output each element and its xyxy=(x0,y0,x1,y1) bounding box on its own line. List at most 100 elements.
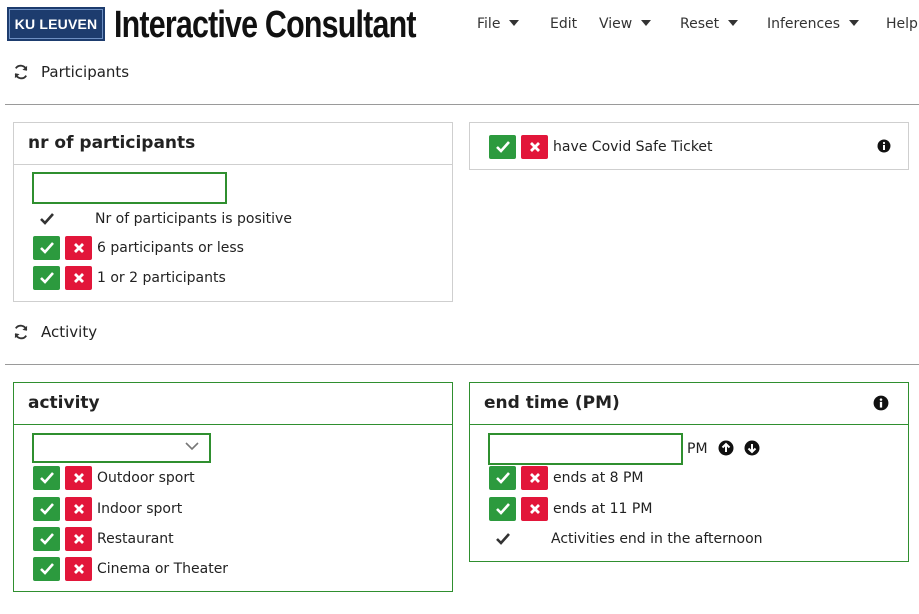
menu-inferences-label: Inferences xyxy=(767,16,841,32)
menu-file[interactable]: File xyxy=(477,16,520,32)
refresh-icon[interactable] xyxy=(12,63,30,81)
menu-view-label: View xyxy=(599,16,633,32)
choice-label: 1 or 2 participants xyxy=(97,270,226,286)
fact-label: Activities end in the afternoon xyxy=(551,531,763,547)
accept-button[interactable] xyxy=(33,466,60,490)
arrow-down-circle-icon[interactable] xyxy=(744,440,760,456)
menu-reset[interactable]: Reset xyxy=(680,16,739,32)
arrow-up-circle-icon[interactable] xyxy=(718,440,734,456)
choice-label: 6 participants or less xyxy=(97,240,244,256)
choice-label: have Covid Safe Ticket xyxy=(553,139,713,155)
accept-button[interactable] xyxy=(489,466,516,490)
check-icon xyxy=(495,503,510,515)
close-icon xyxy=(529,504,540,514)
chevron-down-icon xyxy=(185,442,199,451)
accept-button[interactable] xyxy=(489,135,516,159)
check-icon xyxy=(39,242,54,254)
card-title: activity xyxy=(28,393,100,413)
choice-label: ends at 11 PM xyxy=(553,501,653,517)
caret-down-icon xyxy=(509,20,520,26)
section-participants-title: Participants xyxy=(41,63,130,81)
close-icon xyxy=(529,142,540,152)
check-icon xyxy=(489,527,516,551)
card-header: nr of participants xyxy=(14,123,452,165)
close-icon xyxy=(73,273,84,283)
reject-button[interactable] xyxy=(65,266,92,290)
check-icon xyxy=(495,141,510,153)
caret-down-icon xyxy=(728,20,739,26)
fact-row: Nr of participants is positive xyxy=(33,207,292,231)
reject-button[interactable] xyxy=(65,527,92,551)
reject-button[interactable] xyxy=(521,497,548,521)
menu-file-label: File xyxy=(477,16,501,32)
choice-label: ends at 8 PM xyxy=(553,470,644,486)
accept-button[interactable] xyxy=(33,266,60,290)
accept-button[interactable] xyxy=(33,557,60,581)
check-icon xyxy=(39,563,54,575)
menu-inferences[interactable]: Inferences xyxy=(767,16,860,32)
accept-button[interactable] xyxy=(33,497,60,521)
menu-edit[interactable]: Edit xyxy=(550,16,577,32)
check-icon xyxy=(495,472,510,484)
nr-participants-input[interactable] xyxy=(32,172,227,204)
fact-row: Activities end in the afternoon xyxy=(489,527,763,551)
caret-down-icon xyxy=(641,20,652,26)
menu-edit-label: Edit xyxy=(550,16,578,32)
activity-select[interactable] xyxy=(32,433,211,463)
card-header: activity xyxy=(14,383,452,425)
section-participants-header[interactable]: Participants xyxy=(12,63,129,81)
choice-row: Outdoor sport xyxy=(33,466,195,490)
choice-row: ends at 11 PM xyxy=(489,497,652,521)
caret-down-icon xyxy=(849,20,860,26)
card-nr-participants: nr of participants Nr of participants is… xyxy=(13,122,453,302)
accept-button[interactable] xyxy=(33,527,60,551)
reject-button[interactable] xyxy=(65,236,92,260)
check-icon xyxy=(39,472,54,484)
app-title: Interactive Consultant xyxy=(114,4,416,46)
accept-button[interactable] xyxy=(33,236,60,260)
ku-leuven-logo[interactable]: KU LEUVEN xyxy=(7,7,105,41)
reject-button[interactable] xyxy=(65,557,92,581)
reject-button[interactable] xyxy=(65,497,92,521)
close-icon xyxy=(73,243,84,253)
choice-row: Restaurant xyxy=(33,527,174,551)
choice-row: Cinema or Theater xyxy=(33,557,228,581)
choice-label: Outdoor sport xyxy=(97,470,195,486)
unit-label: PM xyxy=(687,441,708,457)
card-end-time: end time (PM) PM ends at 8 PM ends at 11… xyxy=(469,382,909,562)
end-time-input[interactable] xyxy=(488,433,683,465)
check-icon xyxy=(39,533,54,545)
close-icon xyxy=(73,564,84,574)
info-icon[interactable] xyxy=(873,395,889,411)
choice-row: ends at 8 PM xyxy=(489,466,644,490)
menu-view[interactable]: View xyxy=(599,16,652,32)
section-activity-header[interactable]: Activity xyxy=(12,323,97,341)
reject-button[interactable] xyxy=(521,466,548,490)
menu-help[interactable]: Help xyxy=(886,16,918,32)
info-icon[interactable] xyxy=(877,139,891,153)
close-icon xyxy=(73,504,84,514)
app-header: KU LEUVEN Interactive Consultant File Ed… xyxy=(0,0,919,52)
choice-row: have Covid Safe Ticket xyxy=(489,135,713,159)
close-icon xyxy=(529,473,540,483)
refresh-icon[interactable] xyxy=(12,323,30,341)
choice-label: Cinema or Theater xyxy=(97,561,229,577)
card-activity: activity Outdoor sport Indoor sport Rest… xyxy=(13,382,453,592)
choice-row: 6 participants or less xyxy=(33,236,244,260)
menu-help-label: Help xyxy=(886,16,918,32)
menu-reset-label: Reset xyxy=(680,16,720,32)
choice-label: Indoor sport xyxy=(97,501,183,517)
card-title: end time (PM) xyxy=(484,393,620,413)
card-header: end time (PM) xyxy=(470,383,908,425)
accept-button[interactable] xyxy=(489,497,516,521)
choice-row: Indoor sport xyxy=(33,497,182,521)
check-icon xyxy=(39,272,54,284)
reject-button[interactable] xyxy=(65,466,92,490)
check-icon xyxy=(39,503,54,515)
check-icon xyxy=(33,207,60,231)
section-activity-title: Activity xyxy=(41,323,98,341)
close-icon xyxy=(73,473,84,483)
reject-button[interactable] xyxy=(521,135,548,159)
section-divider xyxy=(5,104,919,105)
choice-row: 1 or 2 participants xyxy=(33,266,226,290)
